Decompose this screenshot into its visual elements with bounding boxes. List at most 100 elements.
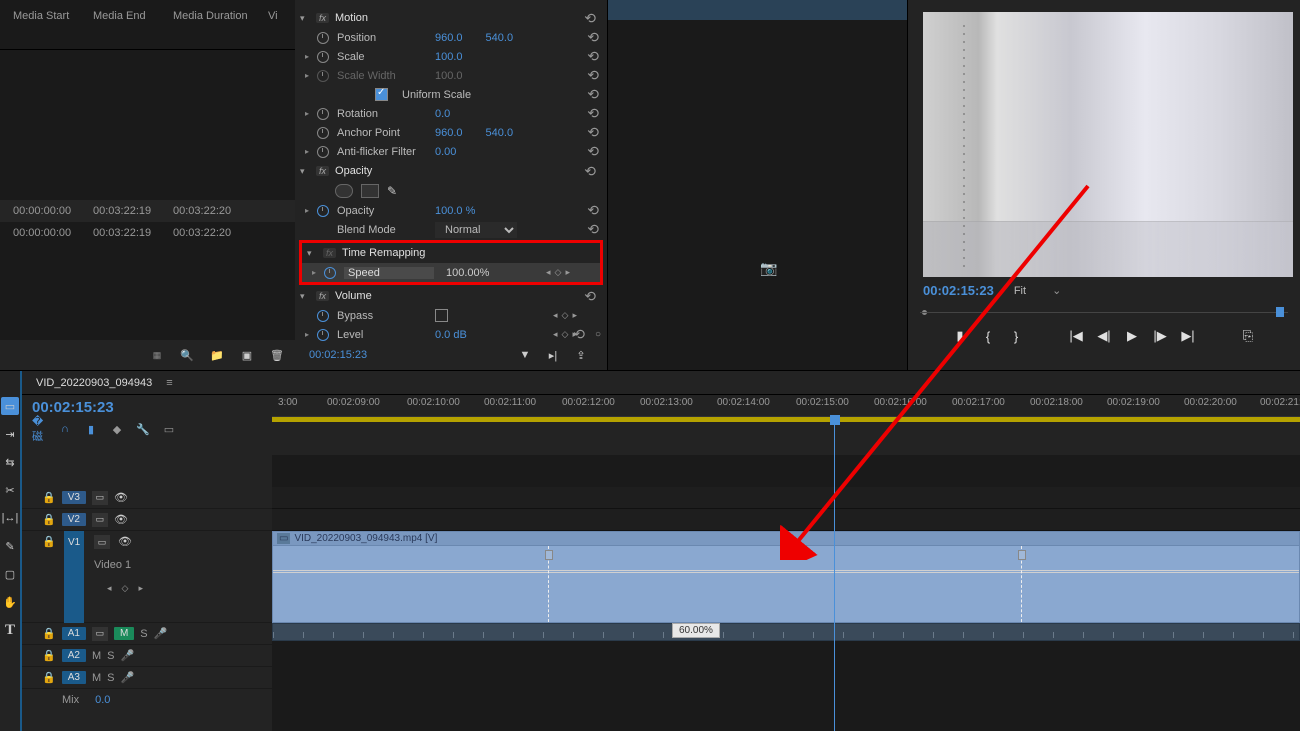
col-video[interactable]: Vi	[260, 0, 280, 49]
reset-icon[interactable]: ⟲	[587, 67, 599, 84]
twirl-icon[interactable]: ▾	[300, 13, 310, 24]
blend-mode-select[interactable]: Normal	[435, 222, 517, 238]
playhead-icon[interactable]	[830, 415, 840, 425]
audio-clip[interactable]	[272, 623, 1300, 641]
track-header-a1[interactable]: 🔒 A1 ▭ M S 🎤	[22, 623, 272, 645]
stopwatch-icon[interactable]	[317, 127, 329, 139]
eye-icon[interactable]: 👁	[114, 513, 128, 526]
scale-value[interactable]: 100.0	[435, 51, 463, 63]
voice-icon[interactable]: 🎤	[120, 649, 134, 662]
source-tab[interactable]	[608, 0, 907, 20]
track-name[interactable]: V2	[62, 513, 86, 526]
keyframe-nav[interactable]: ◂◇▸	[107, 583, 143, 594]
reset-icon[interactable]: ⟲	[587, 221, 599, 238]
mask-ellipse-icon[interactable]	[335, 184, 353, 198]
selection-tool-icon[interactable]: ▭	[1, 397, 19, 415]
sync-lock-icon[interactable]: ▭	[92, 513, 108, 527]
slip-tool-icon[interactable]: |↔|	[1, 509, 19, 527]
keyframe-nav[interactable]: ◂◇▸	[553, 310, 577, 321]
type-tool-icon[interactable]: T	[1, 621, 19, 639]
track-header-v1[interactable]: 🔒 V1 ▭ 👁 Video 1 ◂◇▸	[22, 531, 272, 623]
caption-icon[interactable]: ▭	[162, 422, 176, 436]
ripple-tool-icon[interactable]: ⇆	[1, 453, 19, 471]
track-header-a3[interactable]: 🔒 A3 M S 🎤	[22, 667, 272, 689]
go-to-out-icon[interactable]: ▶|	[1180, 328, 1196, 344]
snap-icon[interactable]: �磁	[32, 422, 46, 436]
twirl-icon[interactable]: ▸	[305, 71, 309, 80]
pen-tool-icon[interactable]: ✎	[1, 537, 19, 555]
twirl-icon[interactable]: ▾	[300, 291, 310, 302]
timeline-ruler[interactable]: 3:00 00:02:09:00 00:02:10:00 00:02:11:00…	[272, 395, 1300, 417]
stopwatch-icon[interactable]	[317, 146, 329, 158]
fx-badge-icon[interactable]: fx	[316, 291, 329, 301]
track-header-v2[interactable]: 🔒 V2 ▭ 👁	[22, 509, 272, 531]
marker-icon[interactable]: ▮	[952, 328, 968, 344]
timeline-timecode[interactable]: 00:02:15:23	[32, 399, 262, 416]
mask-rect-icon[interactable]	[361, 184, 379, 198]
twirl-icon[interactable]: ▸	[305, 52, 309, 61]
keyframe-nav[interactable]: ◂◇▸	[546, 267, 570, 278]
mix-track[interactable]: Mix 0.0 ▸|	[22, 689, 272, 711]
go-to-in-icon[interactable]: |◀	[1068, 328, 1084, 344]
video-clip[interactable]: ▭ VID_20220903_094943.mp4 [V]	[272, 531, 1300, 623]
level-value[interactable]: 0.0 dB	[435, 329, 467, 341]
reset-icon[interactable]: ⟲	[584, 163, 602, 180]
timeline-tracks-area[interactable]: ▭ VID_20220903_094943.mp4 [V] 60.00%	[272, 455, 1300, 731]
stopwatch-icon[interactable]	[317, 329, 329, 341]
twirl-icon[interactable]: ▸	[305, 206, 309, 215]
anchor-y[interactable]: 540.0	[486, 127, 514, 139]
solo-button[interactable]: S	[140, 628, 147, 640]
flicker-value[interactable]: 0.00	[435, 146, 456, 158]
chevron-down-icon[interactable]: ⌄	[1046, 284, 1067, 297]
stopwatch-icon[interactable]	[324, 267, 336, 279]
stopwatch-icon[interactable]	[317, 51, 329, 63]
mask-pen-icon[interactable]: ✎	[387, 184, 397, 198]
track-header-v3[interactable]: 🔒 V3 ▭ 👁	[22, 487, 272, 509]
reset-icon[interactable]: ⟲	[584, 10, 602, 27]
anchor-x[interactable]: 960.0	[435, 127, 463, 139]
program-scrubber[interactable]	[920, 304, 1288, 320]
new-bin-icon[interactable]: 📁	[209, 347, 225, 363]
program-timecode[interactable]: 00:02:15:23	[923, 283, 994, 298]
project-row[interactable]: 00:00:00:00 00:03:22:19 00:03:22:20	[0, 200, 295, 222]
track-name[interactable]: A3	[62, 671, 86, 684]
play-icon[interactable]: ▶	[1124, 328, 1140, 344]
lock-icon[interactable]: 🔒	[42, 491, 56, 504]
hand-tool-icon[interactable]: ✋	[1, 593, 19, 611]
mute-button[interactable]: M	[92, 650, 101, 662]
new-item-icon[interactable]: ▣	[239, 347, 255, 363]
reset-icon[interactable]: ⟲	[573, 326, 585, 343]
twirl-icon[interactable]: ▸	[305, 109, 309, 118]
reset-icon[interactable]: ⟲	[587, 86, 599, 103]
track-name[interactable]: V3	[62, 491, 86, 504]
solo-button[interactable]: S	[107, 650, 114, 662]
twirl-icon[interactable]: ▾	[300, 166, 310, 177]
voice-icon[interactable]: 🎤	[154, 627, 168, 640]
reset-icon[interactable]: ⟲	[587, 29, 599, 46]
filter-icon[interactable]: ▼	[517, 347, 533, 363]
twirl-icon[interactable]: ▸	[305, 330, 309, 339]
rotation-value[interactable]: 0.0	[435, 108, 450, 120]
project-row[interactable]: 00:00:00:00 00:03:22:19 00:03:22:20	[0, 222, 295, 244]
sync-lock-icon[interactable]: ▭	[92, 491, 108, 505]
fx-badge-icon[interactable]: fx	[316, 166, 329, 176]
twirl-icon[interactable]: ▸	[312, 268, 316, 277]
sync-lock-icon[interactable]: ▭	[92, 627, 108, 641]
lock-icon[interactable]: 🔒	[42, 513, 56, 526]
in-point-icon[interactable]: {	[980, 328, 996, 344]
sequence-tab[interactable]: VID_20220903_094943	[36, 377, 152, 389]
track-name[interactable]: A2	[62, 649, 86, 662]
col-media-end[interactable]: Media End	[85, 0, 165, 49]
scroll-indicator[interactable]: ○	[595, 329, 601, 340]
reset-icon[interactable]: ⟲	[587, 202, 599, 219]
track-name[interactable]: A1	[62, 627, 86, 640]
stopwatch-icon[interactable]	[317, 108, 329, 120]
mute-button[interactable]: M	[92, 672, 101, 684]
lock-icon[interactable]: 🔒	[42, 649, 56, 662]
reset-icon[interactable]: ⟲	[584, 288, 602, 305]
stopwatch-icon[interactable]	[317, 32, 329, 44]
voice-icon[interactable]: 🎤	[120, 671, 134, 684]
program-preview[interactable]	[923, 12, 1293, 277]
effects-timecode[interactable]: 00:02:15:23	[303, 346, 373, 364]
position-y[interactable]: 540.0	[486, 32, 514, 44]
